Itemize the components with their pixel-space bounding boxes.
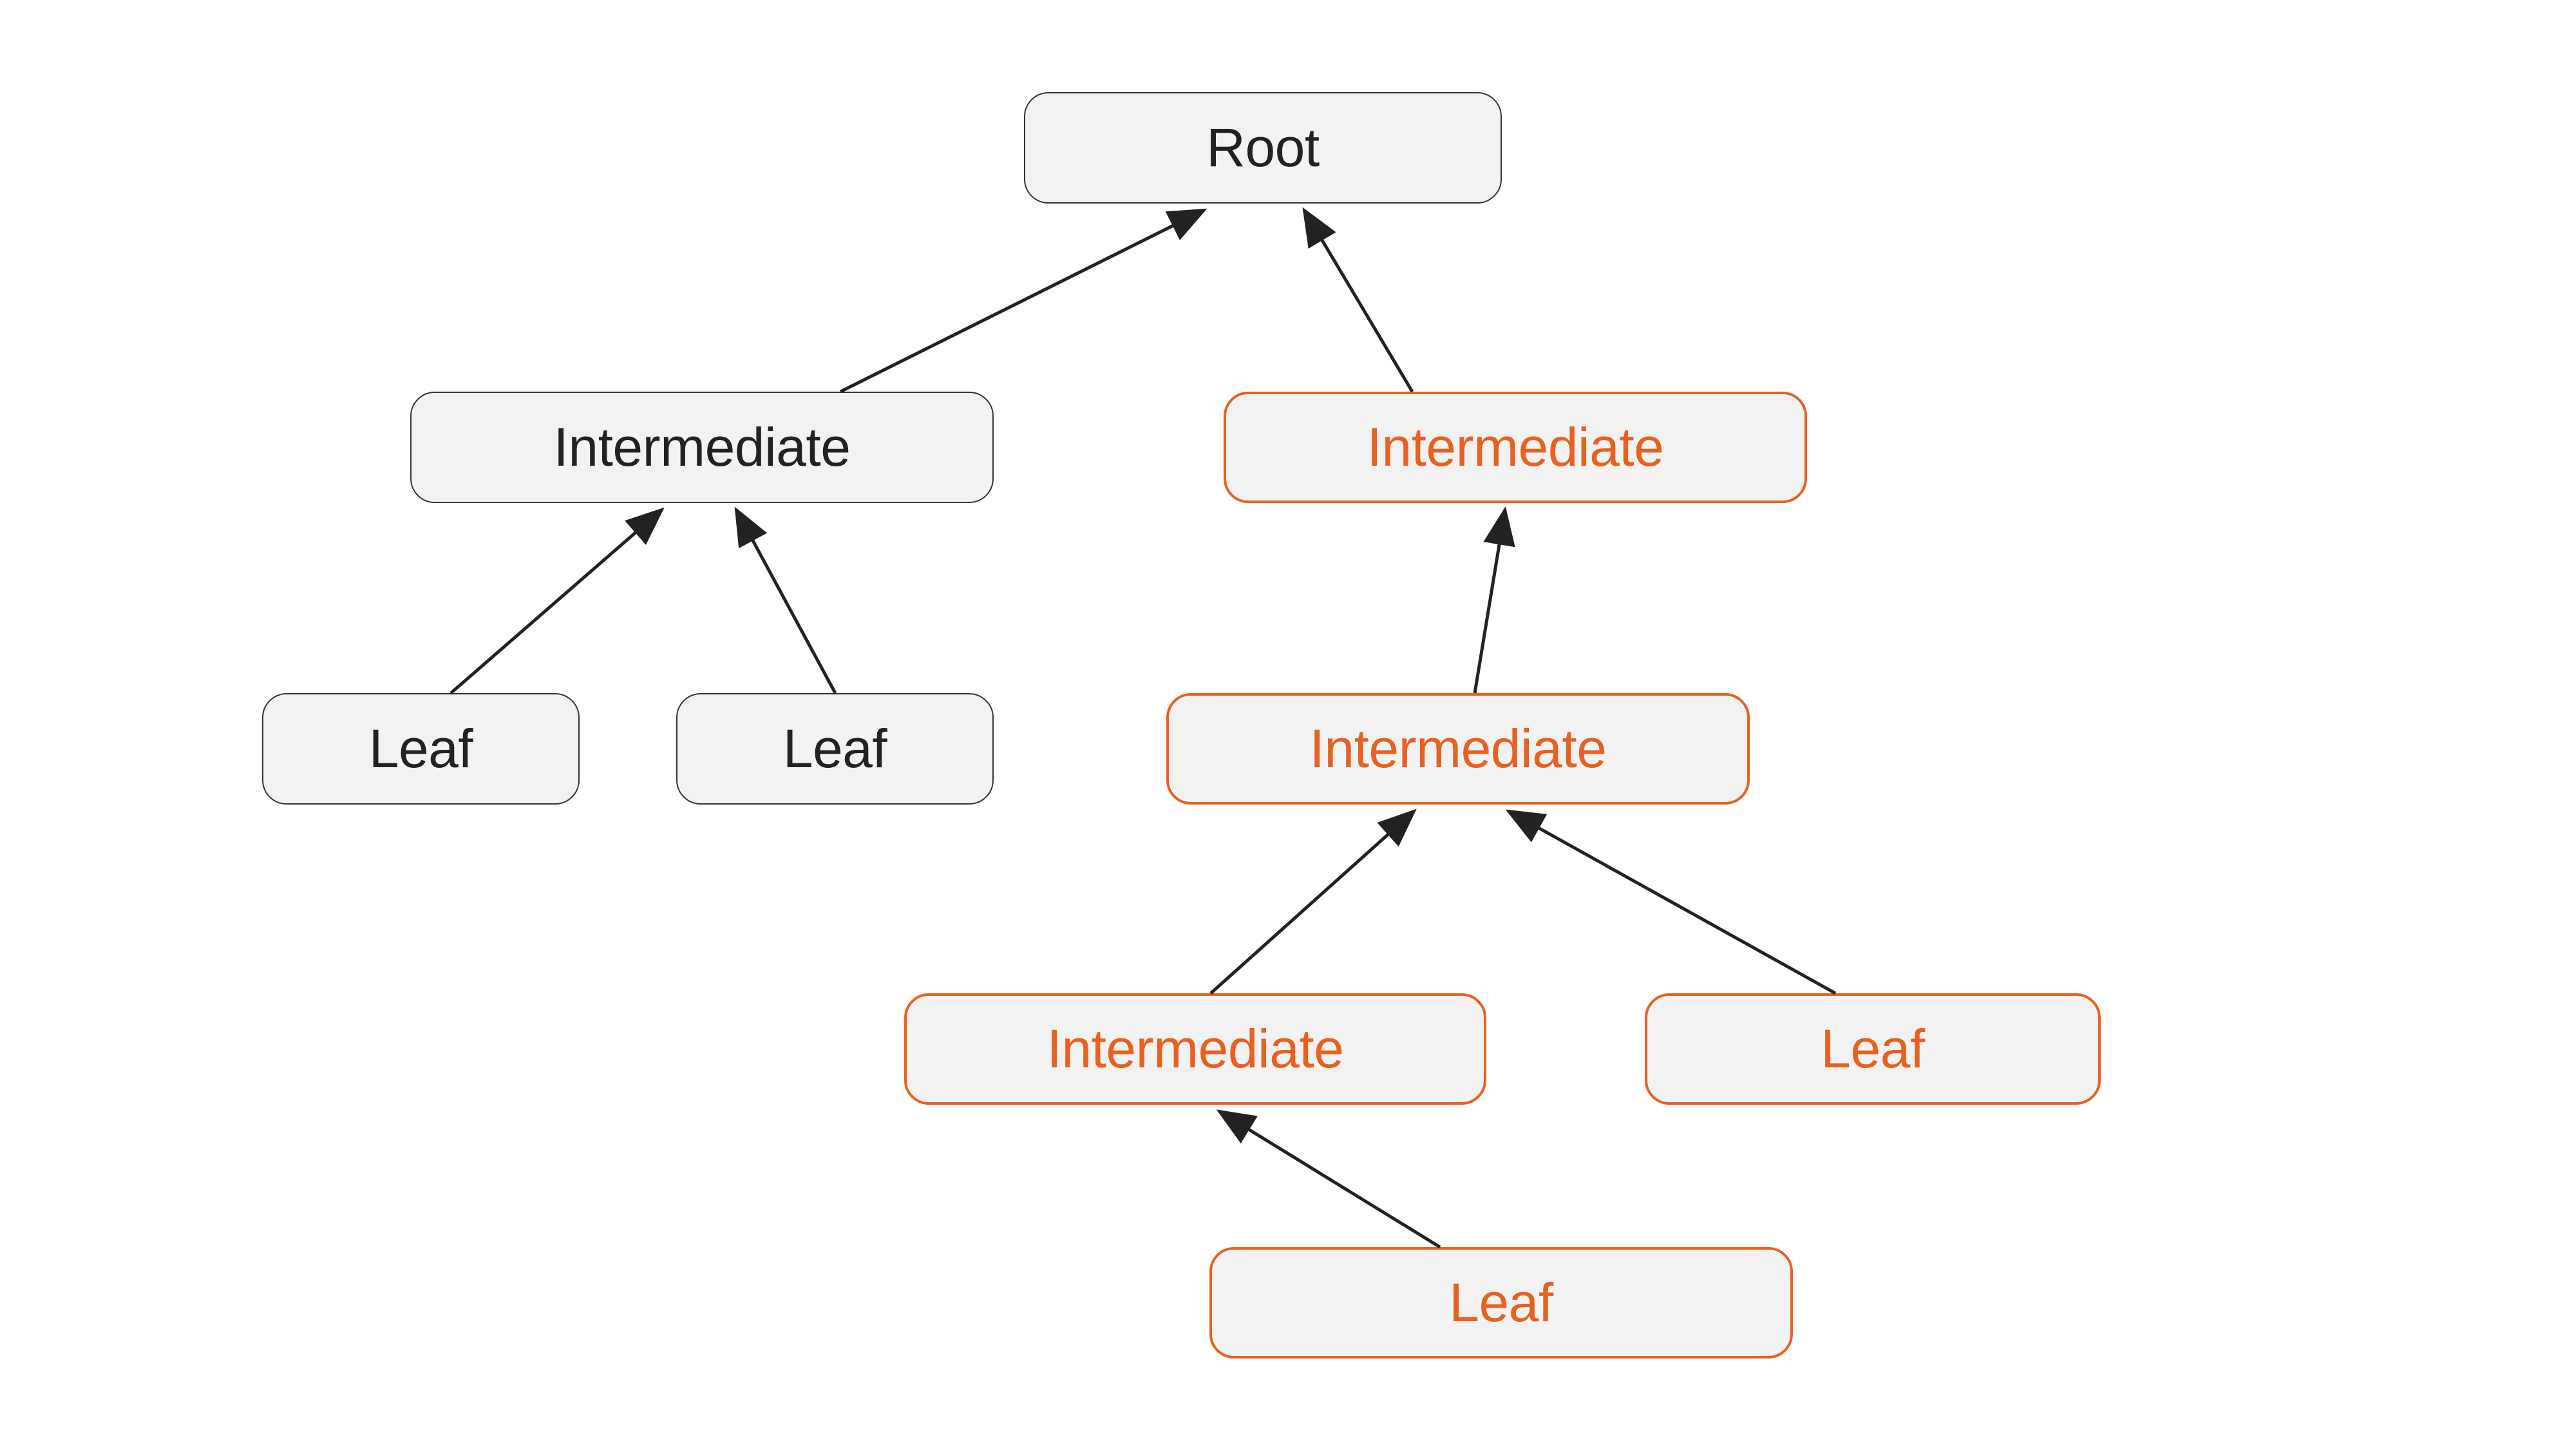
intermediate-mid-node: Intermediate <box>1166 693 1750 805</box>
arrow-leaf-left-1-to-intermediate-left <box>451 510 662 693</box>
leaf-left-1-node: Leaf <box>262 693 580 805</box>
intermediate-left-label: Intermediate <box>554 416 851 479</box>
root-label: Root <box>1206 117 1319 179</box>
intermediate-right-node: Intermediate <box>1224 392 1807 503</box>
root-node: Root <box>1024 92 1502 204</box>
leaf-bottom-node: Leaf <box>1209 1247 1793 1359</box>
leaf-left-2-node: Leaf <box>676 693 994 805</box>
intermediate-lower-node: Intermediate <box>904 993 1486 1105</box>
intermediate-lower-label: Intermediate <box>1047 1018 1344 1080</box>
leaf-right-node: Leaf <box>1645 993 2101 1105</box>
leaf-left-1-label: Leaf <box>369 718 473 780</box>
arrow-intermediate-lower-to-intermediate-mid <box>1211 811 1414 993</box>
arrow-leaf-left-2-to-intermediate-left <box>736 510 835 693</box>
arrow-intermediate-left-to-root <box>840 210 1204 392</box>
arrow-intermediate-mid-to-intermediate-right <box>1475 510 1505 693</box>
intermediate-left-node: Intermediate <box>410 392 994 503</box>
intermediate-right-label: Intermediate <box>1367 416 1664 479</box>
arrow-leaf-right-to-intermediate-mid <box>1508 811 1835 993</box>
arrow-leaf-bottom-to-intermediate-lower <box>1219 1111 1440 1247</box>
leaf-right-label: Leaf <box>1821 1018 1925 1080</box>
arrow-intermediate-right-to-root <box>1304 210 1412 392</box>
leaf-left-2-label: Leaf <box>783 718 887 780</box>
intermediate-mid-label: Intermediate <box>1310 718 1607 780</box>
leaf-bottom-label: Leaf <box>1449 1272 1553 1334</box>
